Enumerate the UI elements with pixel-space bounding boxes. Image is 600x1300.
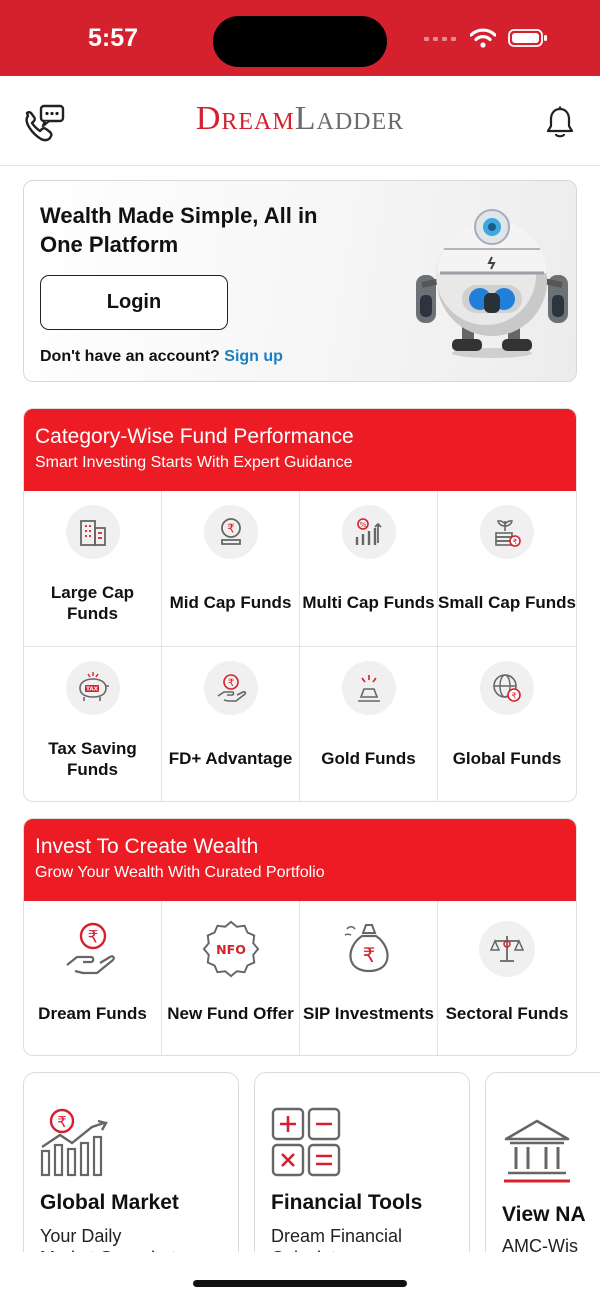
battery-icon [508, 29, 547, 47]
svg-text:NFO: NFO [216, 942, 246, 957]
wifi-icon [470, 28, 496, 48]
category-item-small-cap[interactable]: ₹ Small Cap Funds [438, 491, 576, 647]
svg-text:TAX: TAX [86, 687, 99, 693]
rupee-chart-icon: ₹ [40, 1108, 108, 1177]
view-nav-card[interactable]: View NA AMC-Wis [485, 1072, 600, 1272]
category-item-label: Large Cap Funds [50, 583, 135, 623]
invest-item-label: New Fund Offer [167, 1004, 294, 1023]
invest-item-label: Sectoral Funds [445, 1004, 569, 1023]
building-icon [65, 505, 120, 559]
brand-logo: DreamLadder [0, 100, 600, 138]
welcome-card: Wealth Made Simple, All in One Platform … [23, 180, 577, 382]
invest-item-new-fund-offer[interactable]: NFO New Fund Offer [162, 901, 300, 1055]
robot-mascot-illustration [416, 209, 568, 358]
category-item-label: Global Funds [452, 749, 562, 768]
category-item-label: FD+ Advantage [168, 749, 293, 768]
invest-item-sectoral[interactable]: Sectoral Funds [438, 901, 576, 1055]
brand-logo-part1: Dream [195, 100, 295, 137]
invest-item-label: SIP Investments [302, 1004, 435, 1023]
scales-icon [479, 921, 535, 977]
plant-coins-icon: ₹ [480, 505, 534, 559]
svg-text:₹: ₹ [57, 1113, 67, 1131]
svg-text:₹: ₹ [87, 928, 98, 948]
global-market-title: Global Market [40, 1191, 179, 1214]
financial-tools-card[interactable]: Financial Tools Dream Financial Calculat… [254, 1072, 470, 1272]
category-item-gold[interactable]: Gold Funds [300, 647, 438, 801]
signup-prompt: Don't have an account? [40, 348, 220, 365]
app-header: DreamLadder [0, 76, 600, 166]
hand-rupee-icon: ₹ [63, 919, 123, 979]
category-item-large-cap[interactable]: Large Cap Funds [24, 491, 162, 647]
category-section-header: Category-Wise Fund Performance Smart Inv… [24, 409, 576, 491]
invest-section-subtitle: Grow Your Wealth With Curated Portfolio [35, 864, 325, 881]
financial-tools-title: Financial Tools [271, 1191, 423, 1214]
category-section-subtitle: Smart Investing Starts With Expert Guida… [35, 454, 353, 471]
home-indicator [193, 1280, 407, 1287]
category-item-label: Mid Cap Funds [169, 593, 292, 612]
invest-item-dream-funds[interactable]: ₹ Dream Funds [24, 901, 162, 1055]
signup-link[interactable]: Sign up [224, 348, 283, 365]
svg-text:₹: ₹ [227, 522, 235, 536]
invest-item-sip[interactable]: ₹ SIP Investments [300, 901, 438, 1055]
financial-tools-subtitle: Dream Financial [271, 1226, 403, 1246]
tax-piggy-icon: TAX [65, 661, 120, 715]
calculator-icon [271, 1107, 341, 1177]
global-market-subtitle: Your Daily [40, 1226, 122, 1246]
category-item-global[interactable]: ₹ Global Funds [438, 647, 576, 801]
rupee-coin-stand-icon: ₹ [203, 505, 258, 559]
bottom-safe-area [0, 1252, 600, 1300]
nfo-badge-icon: NFO [201, 919, 261, 979]
hand-rupee-coin-icon: ₹ [203, 661, 258, 715]
login-button[interactable]: Login [40, 275, 228, 330]
status-bar: 5:57 [0, 0, 600, 76]
money-bag-icon: ₹ [339, 919, 399, 979]
category-item-label: Tax Saving Funds [48, 739, 137, 779]
view-nav-title: View NA [502, 1203, 586, 1226]
svg-text:₹: ₹ [227, 678, 233, 689]
invest-section-header: Invest To Create Wealth Grow Your Wealth… [24, 819, 576, 901]
status-time: 5:57 [88, 24, 139, 52]
signal-icon [424, 37, 456, 41]
invest-section: Invest To Create Wealth Grow Your Wealth… [23, 818, 577, 1056]
category-section-title: Category-Wise Fund Performance [35, 425, 354, 448]
dynamic-island [213, 16, 387, 67]
bank-icon [504, 1119, 570, 1183]
invest-section-title: Invest To Create Wealth [35, 835, 259, 858]
welcome-title: Wealth Made Simple, All in One Platform [40, 203, 318, 257]
category-item-label: Small Cap Funds [438, 593, 576, 612]
category-item-multi-cap[interactable]: % Multi Cap Funds [300, 491, 438, 647]
svg-text:₹: ₹ [511, 692, 516, 701]
svg-text:%: % [359, 521, 366, 529]
category-item-fd-advantage[interactable]: ₹ FD+ Advantage [162, 647, 300, 801]
globe-rupee-icon: ₹ [480, 661, 534, 715]
category-item-label: Gold Funds [321, 749, 416, 768]
bell-icon[interactable] [545, 106, 575, 145]
svg-text:₹: ₹ [513, 538, 518, 546]
category-item-label: Multi Cap Funds [302, 593, 435, 612]
category-item-tax-saving[interactable]: TAX Tax Saving Funds [24, 647, 162, 801]
signup-row: Don't have an account? Sign up [40, 348, 283, 366]
invest-item-label: Dream Funds [38, 1004, 147, 1023]
brand-logo-part2: Ladder [294, 100, 405, 137]
gold-bars-icon [341, 661, 396, 715]
percent-growth-icon: % [341, 505, 396, 559]
status-icons [424, 28, 548, 48]
category-item-mid-cap[interactable]: ₹ Mid Cap Funds [162, 491, 300, 647]
global-market-card[interactable]: ₹ Global Market Your Daily Market Snapsh… [23, 1072, 239, 1272]
svg-text:₹: ₹ [362, 943, 375, 967]
category-fund-section: Category-Wise Fund Performance Smart Inv… [23, 408, 577, 802]
